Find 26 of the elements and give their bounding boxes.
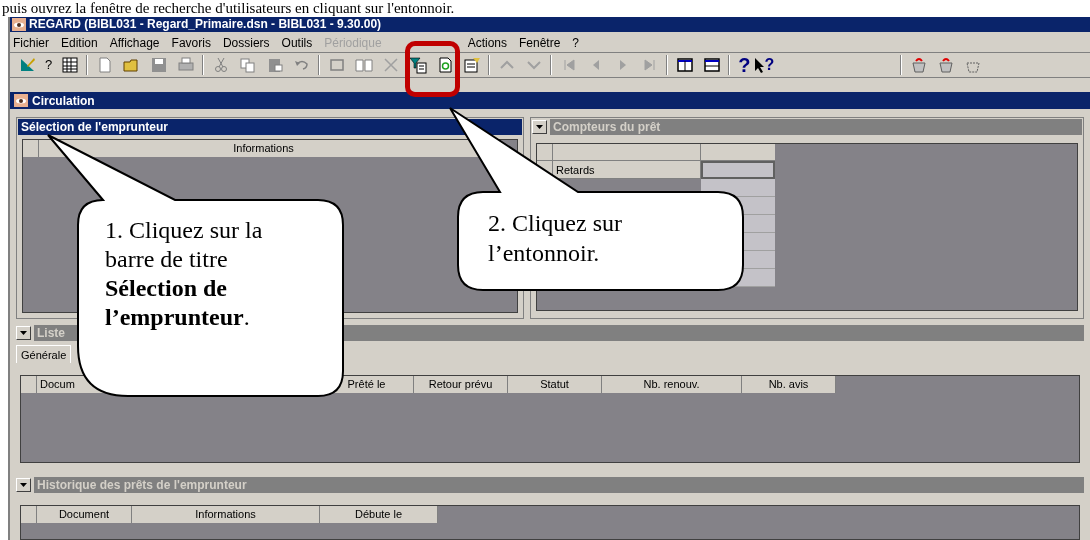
document-text: puis ouvrez la fenêtre de recherche d'utilisateurs en cliquant sur l'entonnoir. [1, 0, 456, 17]
menu-item[interactable]: Fenêtre [519, 33, 561, 52]
menu-item[interactable]: Outils [281, 33, 313, 52]
column-header[interactable]: Nb. renouv. [602, 376, 742, 393]
menu-item[interactable]: Fichier [13, 33, 49, 52]
menu-item[interactable]: Affichage [109, 33, 160, 52]
help-glyph[interactable]: ? [733, 55, 756, 75]
menu-item[interactable]: Edition [61, 33, 98, 52]
help-glyph[interactable]: ? [41, 55, 57, 75]
row-label: Retards [553, 161, 701, 179]
column-header[interactable]: Retour prévu [414, 376, 508, 393]
menu-item[interactable]: Actions [467, 33, 507, 52]
menu-item[interactable]: ? [572, 33, 580, 52]
column-header[interactable]: Document [37, 506, 132, 523]
callout-text: 2. Cliquez sur l’entonnoir. [488, 209, 623, 268]
column-header[interactable]: Statut [508, 376, 602, 393]
help-glyph[interactable]: ? [764, 56, 775, 74]
child-window-title: Circulation [32, 92, 95, 110]
window-title: REGARD (BIBL031 - Regard_Primaire.dsn - BIBL031 - 9.30.00) [29, 17, 382, 32]
panel-title-bar[interactable]: Sélection de l'emprunteur [18, 119, 522, 135]
tab[interactable]: Générale [16, 345, 72, 363]
menu-item[interactable]: Dossiers [222, 33, 270, 52]
column-header[interactable]: Nb. avis [742, 376, 836, 393]
column-header[interactable]: Informations [132, 506, 320, 523]
column-header[interactable]: Débute le [320, 506, 438, 523]
menu-item[interactable]: Favoris [171, 33, 211, 52]
